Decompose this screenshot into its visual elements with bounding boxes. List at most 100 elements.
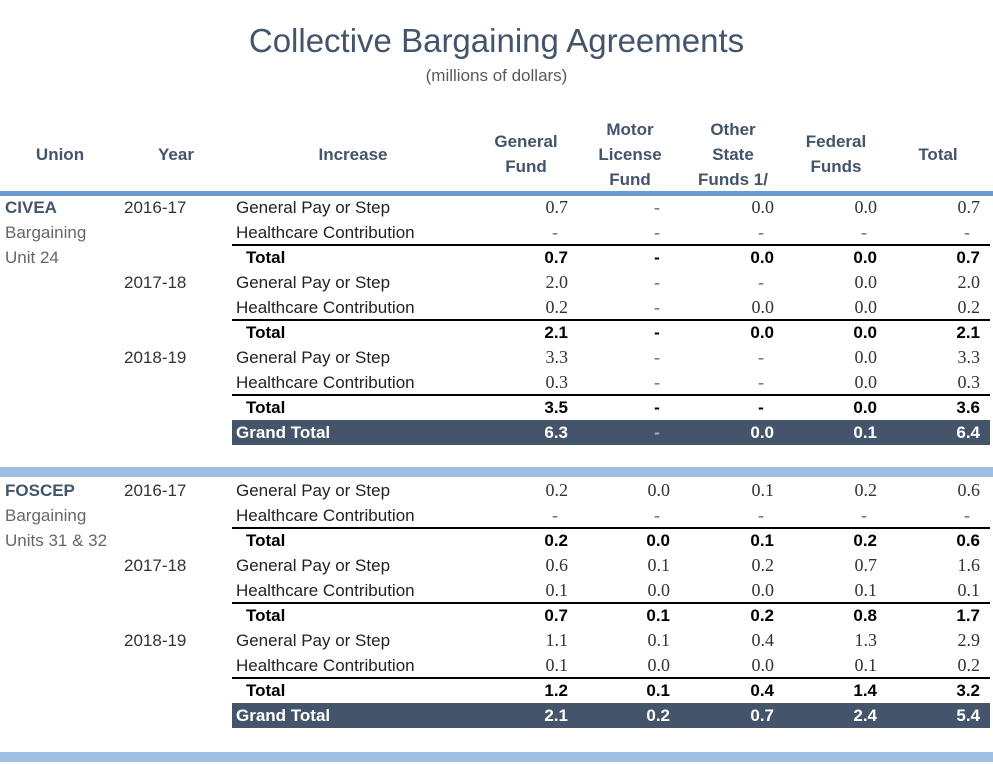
value-cell: 0.3 xyxy=(957,372,981,392)
increase-label: Total xyxy=(246,606,286,625)
value-cell: 0.7 xyxy=(544,248,568,267)
value-cell: 0.6 xyxy=(956,531,980,550)
grand-total-value: 0.2 xyxy=(646,706,670,725)
value-cell: 1.2 xyxy=(544,681,568,700)
header-year: Year xyxy=(158,145,194,164)
table-row: Healthcare Contribution 0.1 0.0 0.0 0.1 0.2 xyxy=(0,653,993,678)
value-cell: 0.1 xyxy=(647,630,671,650)
value-cell: 0.2 xyxy=(957,655,981,675)
header-line: State xyxy=(712,145,754,164)
table-row: Healthcare Contribution 0.3 - - 0.0 0.3 xyxy=(0,370,993,395)
header-line: Federal xyxy=(805,132,867,151)
value-cell: 0.7 xyxy=(854,555,878,575)
table-row: Healthcare Contribution 0.1 0.0 0.0 0.1 0.1 xyxy=(0,578,993,603)
value-cell: 1.1 xyxy=(545,630,569,650)
header-federal-funds: Federal Funds xyxy=(786,129,886,179)
header-total: Total xyxy=(918,145,958,164)
header-general-fund: General Fund xyxy=(476,129,576,179)
value-cell: 0.7 xyxy=(957,197,981,217)
value-cell: 1.3 xyxy=(854,630,878,650)
subtotal-row: Total 3.5 - - 0.0 3.6 xyxy=(0,394,993,420)
value-cell: - xyxy=(758,505,764,525)
table-row: Healthcare Contribution - - - - - xyxy=(0,220,993,245)
header-other-state-funds: Other State Funds 1/ xyxy=(683,117,783,192)
increase-label: Total xyxy=(246,398,286,417)
value-cell: 0.0 xyxy=(751,297,775,317)
value-cell: - xyxy=(654,372,660,392)
header-line: Funds xyxy=(810,157,862,176)
increase-label: Healthcare Contribution xyxy=(236,223,415,242)
value-cell: 3.3 xyxy=(545,347,569,367)
table-row: 2016-17 General Pay or Step 0.2 0.0 0.1 0.2 0.… xyxy=(0,478,993,503)
grand-total-label: Grand Total xyxy=(236,423,331,442)
value-cell: 3.6 xyxy=(956,398,980,417)
value-cell: 0.0 xyxy=(854,347,878,367)
value-cell: 0.1 xyxy=(545,655,569,675)
table-row: Healthcare Contribution - - - - - xyxy=(0,503,993,528)
value-cell: 0.1 xyxy=(646,681,670,700)
value-cell: 1.6 xyxy=(957,555,981,575)
value-cell: - xyxy=(654,398,660,417)
increase-label: Healthcare Contribution xyxy=(236,656,415,675)
increase-label: Healthcare Contribution xyxy=(236,581,415,600)
grand-total-value: 6.3 xyxy=(544,423,568,442)
header-increase: Increase xyxy=(318,145,388,164)
value-cell: 0.1 xyxy=(854,655,878,675)
subtotal-row: Total 0.7 - 0.0 0.0 0.7 xyxy=(0,244,993,270)
header-line: General xyxy=(494,132,558,151)
value-cell: - xyxy=(654,297,660,317)
value-cell: 0.0 xyxy=(751,580,775,600)
value-cell: 0.1 xyxy=(646,606,670,625)
grand-total-value: 0.7 xyxy=(750,706,774,725)
value-cell: 3.2 xyxy=(956,681,980,700)
header-line: Funds 1/ xyxy=(698,170,768,189)
value-cell: 0.8 xyxy=(853,606,877,625)
value-cell: 0.0 xyxy=(854,372,878,392)
increase-label: Total xyxy=(246,323,286,342)
year-label: 2016-17 xyxy=(124,198,187,217)
section-divider xyxy=(0,752,993,762)
increase-label: General Pay or Step xyxy=(236,273,391,292)
value-cell: 0.4 xyxy=(751,630,775,650)
value-cell: 0.0 xyxy=(854,197,878,217)
value-cell: 0.1 xyxy=(751,480,775,500)
value-cell: 0.0 xyxy=(647,480,671,500)
value-cell: 0.2 xyxy=(853,531,877,550)
header-line: Motor xyxy=(606,120,654,139)
value-cell: 3.3 xyxy=(957,347,981,367)
subtotal-row: Total 1.2 0.1 0.4 1.4 3.2 xyxy=(0,677,993,703)
value-cell: 0.2 xyxy=(957,297,981,317)
value-cell: - xyxy=(758,272,764,292)
year-label: 2017-18 xyxy=(124,273,187,292)
value-cell: 0.2 xyxy=(750,606,774,625)
increase-label: Healthcare Contribution xyxy=(236,298,415,317)
value-cell: - xyxy=(552,505,558,525)
header-line: Fund xyxy=(609,170,651,189)
value-cell: - xyxy=(861,222,867,242)
grand-total-label: Grand Total xyxy=(236,706,331,725)
value-cell: - xyxy=(552,222,558,242)
value-cell: 0.3 xyxy=(545,372,569,392)
grand-total-value: - xyxy=(654,423,660,442)
increase-label: Total xyxy=(246,531,286,550)
subtotal-row: Total 0.7 0.1 0.2 0.8 1.7 xyxy=(0,602,993,628)
value-cell: 0.2 xyxy=(544,531,568,550)
increase-label: General Pay or Step xyxy=(236,556,391,575)
table-row: 2017-18 General Pay or Step 0.6 0.1 0.2 0.7 1.… xyxy=(0,553,993,578)
value-cell: 1.7 xyxy=(956,606,980,625)
value-cell: 0.1 xyxy=(750,531,774,550)
subtotal-row: Total 0.2 0.0 0.1 0.2 0.6 xyxy=(0,527,993,553)
increase-label: General Pay or Step xyxy=(236,348,391,367)
subtotal-row: Total 2.1 - 0.0 0.0 2.1 xyxy=(0,319,993,345)
year-label: 2018-19 xyxy=(124,348,187,367)
value-cell: - xyxy=(758,398,764,417)
year-label: 2018-19 xyxy=(124,631,187,650)
page-subtitle: (millions of dollars) xyxy=(425,66,568,85)
value-cell: - xyxy=(964,505,970,525)
table-row: 2017-18 General Pay or Step 2.0 - - 0.0 2.0 xyxy=(0,270,993,295)
value-cell: 0.0 xyxy=(751,197,775,217)
increase-label: Healthcare Contribution xyxy=(236,506,415,525)
grand-total-row: Grand Total 2.1 0.2 0.7 2.4 5.4 xyxy=(0,703,993,728)
value-cell: 1.4 xyxy=(853,681,877,700)
grand-total-value: 2.1 xyxy=(544,706,568,725)
